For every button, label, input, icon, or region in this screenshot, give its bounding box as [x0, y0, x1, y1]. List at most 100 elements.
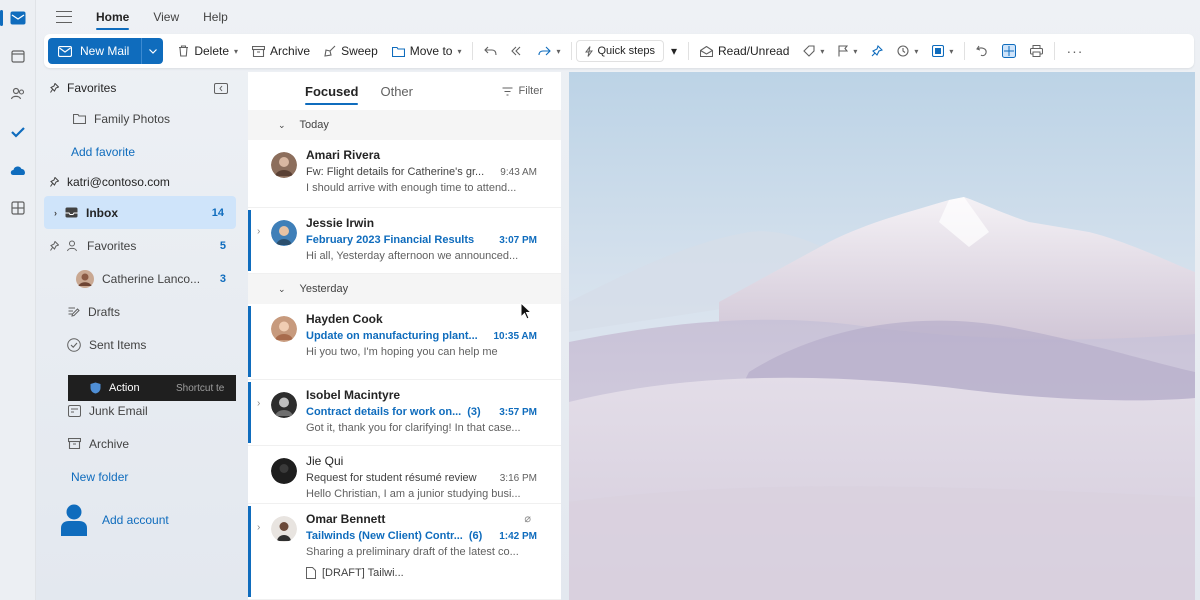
draft-chip-label: [DRAFT] Tailwi... [322, 567, 404, 579]
person-icon [61, 504, 87, 536]
chevron-down-icon: ▾ [457, 46, 462, 56]
folder-catherine[interactable]: Catherine Lanco... 3 [36, 262, 246, 295]
undo-button[interactable] [477, 38, 504, 64]
layout-grid-icon [1002, 44, 1017, 58]
chevron-right-icon[interactable]: › [257, 226, 260, 237]
new-mail-split-button: New Mail [48, 38, 164, 64]
folder-sent-items[interactable]: Sent Items [36, 328, 246, 361]
snooze-button[interactable]: ▾ [890, 38, 925, 64]
calendar-icon[interactable] [8, 46, 28, 66]
folder-drafts[interactable]: Drafts [36, 295, 246, 328]
draft-attachment-chip[interactable]: [DRAFT] Tailwi... [306, 567, 404, 579]
list-item[interactable]: › Jessie Irwin February 2023 Financial R… [248, 208, 561, 274]
new-mail-label: New Mail [80, 44, 130, 58]
tab-other[interactable]: Other [380, 84, 413, 99]
sweep-label: Sweep [341, 44, 378, 58]
add-account-label: Add account [102, 513, 169, 527]
sweep-button[interactable]: Sweep [317, 38, 385, 64]
mail-icon[interactable] [0, 8, 28, 28]
chevron-down-icon: ▾ [853, 46, 858, 56]
chevron-right-icon[interactable]: › [257, 522, 260, 533]
tab-view[interactable]: View [153, 4, 179, 30]
print-button[interactable] [1023, 38, 1050, 64]
undo-action-button[interactable] [969, 38, 995, 64]
read-unread-button[interactable]: Read/Unread [693, 38, 796, 64]
group-label: Today [299, 119, 329, 131]
folder-inbox[interactable]: › Inbox 14 [44, 196, 236, 229]
group-header-yesterday[interactable]: ⌄ Yesterday [248, 274, 561, 304]
chevron-down-icon[interactable]: ▾ [664, 38, 684, 64]
pencil-icon [68, 307, 80, 317]
folder-favorites[interactable]: Favorites 5 [36, 229, 246, 262]
new-mail-dropdown[interactable] [141, 38, 163, 64]
folder-archive[interactable]: Archive [36, 427, 246, 460]
reply-all-button[interactable] [504, 38, 531, 64]
tab-focused[interactable]: Focused [305, 84, 359, 105]
forward-button[interactable]: ▾ [531, 38, 567, 64]
new-mail-button[interactable]: New Mail [48, 38, 141, 64]
folder-family-photos[interactable]: Family Photos [36, 102, 246, 135]
unread-count: 14 [211, 206, 224, 219]
tab-home[interactable]: Home [96, 4, 130, 30]
rules-icon [932, 45, 945, 57]
avatar [271, 316, 297, 342]
message-time: 3:07 PM [499, 234, 537, 246]
list-item[interactable]: › Isobel Macintyre Contract details for … [248, 380, 561, 446]
delete-button[interactable]: Delete ▾ [171, 38, 245, 64]
onedrive-icon[interactable] [8, 160, 28, 180]
avatar [271, 220, 297, 246]
layout-button[interactable] [995, 38, 1023, 64]
drag-action-folder[interactable]: Action Shortcut te [68, 375, 236, 401]
favorites-section-header[interactable]: Favorites [36, 74, 246, 102]
sent-icon [67, 337, 81, 352]
folder-family-photos-label: Family Photos [94, 111, 171, 126]
chevron-right-icon[interactable]: › [54, 208, 57, 218]
action-folder-label: Action [109, 382, 140, 394]
message-preview: Sharing a preliminary draft of the lates… [306, 546, 519, 558]
top-menu-bar: Home View Help [36, 0, 1200, 34]
tab-help[interactable]: Help [203, 4, 228, 30]
rules-button[interactable]: ▾ [925, 38, 960, 64]
categorize-button[interactable]: ▾ [796, 38, 831, 64]
apps-icon[interactable] [8, 198, 28, 218]
account-section-header[interactable]: katri@contoso.com [36, 168, 246, 196]
todo-icon[interactable] [8, 122, 28, 142]
people-icon[interactable] [8, 84, 28, 104]
hamburger-icon[interactable] [56, 11, 72, 23]
filter-button[interactable]: Filter [502, 85, 543, 97]
message-list: Focused Other Filter ⌄ Today Amari River… [248, 72, 561, 600]
message-time: 10:35 AM [493, 330, 537, 342]
list-item[interactable]: Hayden Cook Update on manufacturing plan… [248, 304, 561, 380]
pin-icon [50, 240, 59, 251]
message-time: 1:42 PM [499, 530, 537, 542]
archive-button[interactable]: Archive [245, 38, 317, 64]
collapse-pane-icon[interactable] [214, 82, 228, 94]
message-preview: Hello Christian, I am a junior studying … [306, 488, 521, 500]
add-account-button[interactable]: Add account [60, 504, 169, 536]
avatar [271, 516, 297, 542]
ribbon-divider [964, 42, 966, 60]
new-folder-link[interactable]: New folder [36, 460, 246, 493]
shortcut-hint: Shortcut te [176, 382, 225, 394]
group-header-today[interactable]: ⌄ Today [248, 110, 561, 140]
avatar [76, 269, 94, 288]
account-email: katri@contoso.com [67, 175, 170, 189]
envelope-open-icon [699, 45, 713, 57]
list-item[interactable]: Amari Rivera Fw: Flight details for Cath… [248, 140, 561, 208]
quick-steps-button[interactable]: Quick steps [576, 40, 664, 62]
chevron-right-icon[interactable]: › [257, 398, 260, 409]
reading-pane [569, 72, 1195, 600]
sender-name: Jessie Irwin [306, 216, 375, 230]
trash-icon [179, 45, 189, 57]
list-item[interactable]: Jie Qui Request for student résumé revie… [248, 446, 561, 504]
list-item[interactable]: › ⌀ Omar Bennett Tailwinds (New Client) … [248, 504, 561, 600]
pin-button[interactable] [864, 38, 890, 64]
flag-button[interactable]: ▾ [831, 38, 864, 64]
ribbon-divider [472, 42, 474, 60]
chevron-down-icon: ▾ [949, 46, 954, 56]
move-to-button[interactable]: Move to ▾ [385, 38, 469, 64]
more-options-button[interactable]: ··· [1059, 38, 1090, 64]
archive-icon [252, 45, 266, 57]
add-favorite-link[interactable]: Add favorite [36, 135, 246, 168]
ribbon-divider [1054, 42, 1056, 60]
